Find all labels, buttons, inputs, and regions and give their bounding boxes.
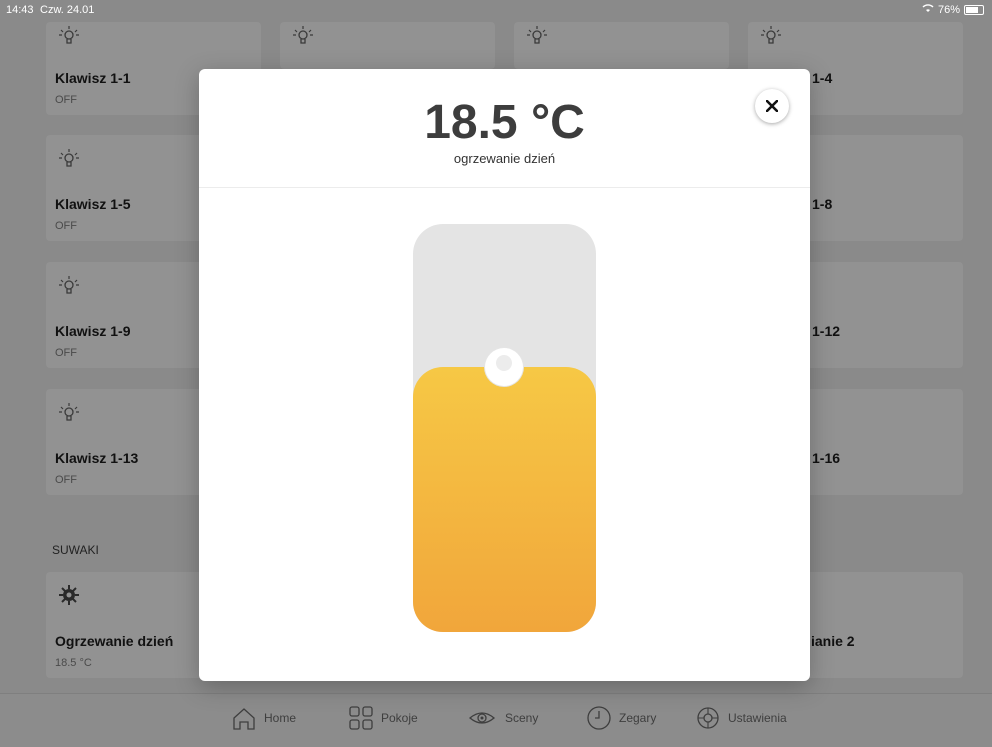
tile-title: Klawisz 1-13	[55, 450, 139, 466]
tab-label: Zegary	[619, 711, 657, 725]
battery-percent: 76%	[937, 3, 960, 16]
tab-pokoje[interactable]: Pokoje	[347, 704, 418, 732]
temperature-slider[interactable]	[413, 224, 596, 632]
tile-title: 1-16	[812, 450, 841, 466]
home-icon	[233, 708, 255, 730]
tile-title: ianie 2	[811, 633, 855, 649]
close-button[interactable]	[755, 89, 789, 123]
tab-sceny[interactable]: Sceny	[465, 704, 538, 732]
tile-3[interactable]	[514, 22, 729, 69]
tab-label: Home	[264, 711, 297, 725]
tile-title: Klawisz 1-1	[55, 70, 131, 86]
tile-title: 1-8	[812, 196, 833, 212]
slider-knob[interactable]	[485, 348, 523, 386]
eye-icon	[468, 712, 496, 724]
tab-label: Ustawienia	[728, 711, 787, 725]
status-time: 14:43	[6, 4, 34, 16]
tile-state: OFF	[55, 220, 77, 232]
bulb-icon	[58, 274, 80, 302]
settings-icon	[697, 707, 719, 729]
tile-title: Klawisz 1-9	[55, 323, 131, 339]
tile-state: OFF	[55, 347, 77, 359]
tab-home[interactable]: Home	[230, 704, 296, 732]
status-right: 76%	[922, 3, 984, 16]
tile-title: Klawisz 1-5	[55, 196, 131, 212]
tile-state: 18.5 °C	[55, 657, 92, 669]
rooms-icon	[349, 706, 373, 730]
thermostat-modal: 18.5 °C ogrzewanie dzień	[199, 69, 810, 681]
tile-2[interactable]	[280, 22, 495, 69]
tab-zegary[interactable]: Zegary	[585, 704, 656, 732]
tile-title: Ogrzewanie dzień	[55, 633, 174, 649]
status-date: Czw. 24.01	[40, 4, 95, 16]
tile-title: 1-12	[812, 323, 841, 339]
close-icon	[766, 100, 778, 112]
slider-fill	[413, 367, 596, 632]
tab-label: Pokoje	[381, 711, 418, 725]
bulb-icon	[526, 24, 548, 52]
tab-bar: Home Pokoje Sceny Zegary Ustawienia	[0, 693, 992, 747]
heating-mode-label: ogrzewanie dzień	[453, 151, 556, 166]
clock-icon	[587, 706, 611, 730]
bulb-icon	[760, 24, 782, 52]
wifi-icon	[922, 3, 934, 16]
tab-ustawienia[interactable]: Ustawienia	[694, 704, 787, 732]
bulb-icon	[292, 24, 314, 52]
divider	[199, 187, 810, 188]
temperature-value: 18.5 °C	[424, 96, 585, 149]
tile-state: OFF	[55, 94, 77, 106]
tab-label: Sceny	[505, 711, 539, 725]
section-label-suwaki: SUWAKI	[52, 543, 99, 557]
battery-icon	[964, 4, 984, 15]
tile-title: 1-4	[812, 70, 833, 86]
status-bar: 14:43 Czw. 24.01 76%	[0, 0, 992, 18]
tile-state: OFF	[55, 474, 77, 486]
bulb-icon	[58, 401, 80, 429]
bulb-icon	[58, 147, 80, 175]
gear-sun-icon	[58, 584, 80, 612]
bulb-icon	[58, 24, 80, 52]
